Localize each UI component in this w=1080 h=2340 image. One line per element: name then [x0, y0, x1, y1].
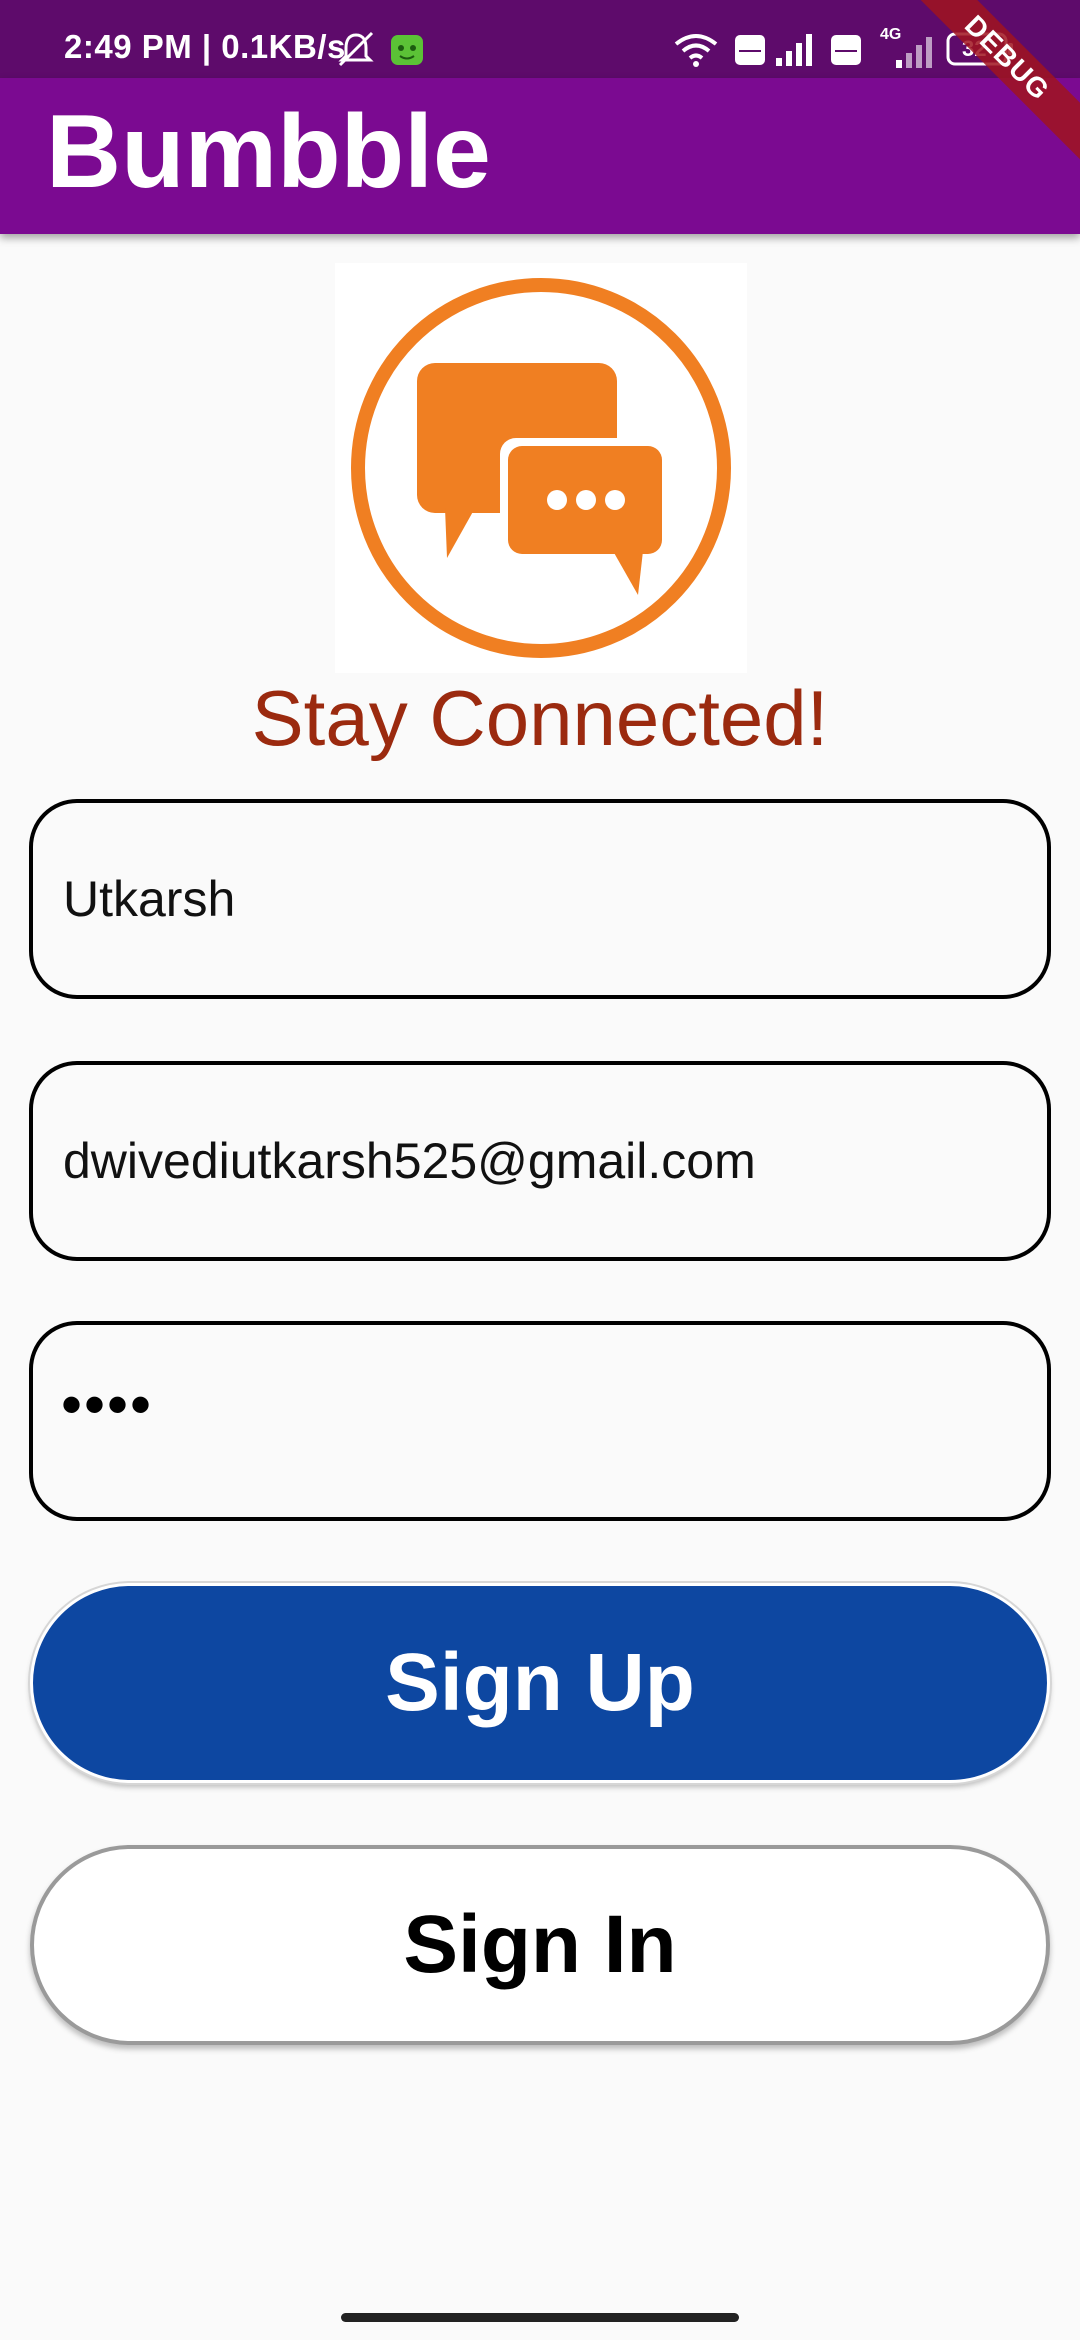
email-field-value: dwivediutkarsh525@gmail.com	[63, 1133, 756, 1189]
password-field[interactable]: ••••	[29, 1321, 1051, 1521]
debug-banner: DEBUG	[910, 0, 1080, 170]
status-time: 2:49 PM | 0.1KB/s	[64, 28, 346, 65]
sign-in-label: Sign In	[403, 1899, 677, 1990]
sign-up-label: Sign Up	[385, 1637, 695, 1728]
mute-icon	[336, 30, 376, 73]
sign-up-button[interactable]: Sign Up	[30, 1583, 1050, 1783]
logo-image	[335, 263, 747, 673]
navigation-handle[interactable]	[341, 2313, 739, 2322]
name-field[interactable]: Utkarsh	[29, 799, 1051, 999]
wifi-icon	[672, 32, 720, 73]
debug-label: DEBUG	[910, 0, 1080, 161]
chat-bubbles-icon	[351, 278, 731, 658]
sign-in-button[interactable]: Sign In	[30, 1845, 1050, 2045]
app-title: Bumbble	[46, 94, 491, 210]
name-field-value: Utkarsh	[63, 871, 236, 927]
tagline: Stay Connected!	[251, 674, 829, 762]
volte-icon	[830, 34, 862, 71]
app-notification-icon	[390, 34, 424, 71]
volte-icon	[734, 34, 766, 71]
signal-icon	[774, 32, 818, 71]
email-field[interactable]: dwivediutkarsh525@gmail.com	[29, 1061, 1051, 1261]
password-field-value: ••••	[61, 1371, 154, 1438]
